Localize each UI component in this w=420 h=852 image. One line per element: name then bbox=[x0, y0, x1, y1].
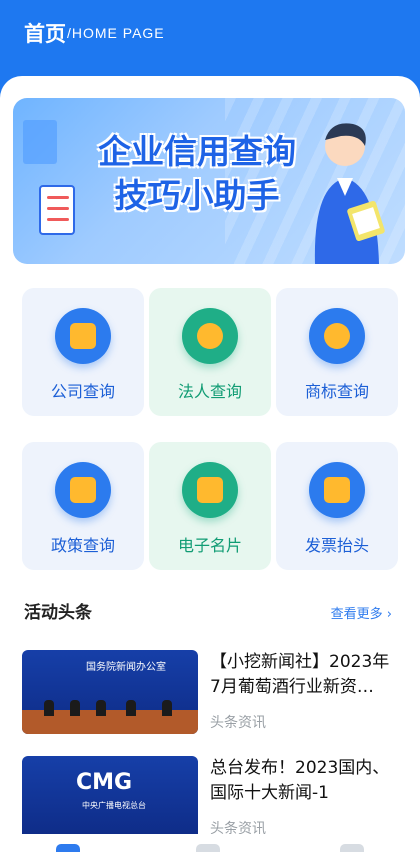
section-title: 活动头条 bbox=[24, 603, 92, 623]
service-grid-row-1: 公司查询 法人查询 商标查询 bbox=[22, 288, 398, 416]
thumbnail-caption: 国务院新闻办公室 bbox=[86, 662, 166, 673]
news-item[interactable]: CMG 中央广播电视总台 总台发布！2023国内、国际十大新闻-1 头条资讯 bbox=[22, 756, 402, 840]
tile-label: 商标查询 bbox=[304, 382, 369, 401]
tile-invoice-header[interactable]: 发票抬头 bbox=[276, 442, 398, 570]
invoice-icon bbox=[309, 462, 365, 518]
news-title: 【小挖新闻社】2023年7月葡萄酒行业新资… bbox=[210, 652, 390, 697]
tile-company-search[interactable]: 公司查询 bbox=[22, 288, 144, 416]
home-tab-icon[interactable] bbox=[56, 844, 80, 852]
briefcase-tab-icon[interactable] bbox=[196, 844, 220, 852]
tile-label: 公司查询 bbox=[50, 382, 115, 401]
news-thumbnail: CMG 中央广播电视总台 bbox=[22, 756, 198, 840]
news-thumbnail: 国务院新闻办公室 bbox=[22, 650, 198, 734]
service-grid-row-2: 政策查询 电子名片 发票抬头 bbox=[22, 442, 398, 570]
cmg-logo: CMG bbox=[76, 770, 133, 795]
news-title: 总台发布！2023国内、国际十大新闻-1 bbox=[210, 758, 390, 803]
tile-label: 发票抬头 bbox=[304, 536, 369, 555]
content-sheet: 企业信用查询 技巧小助手 公司查询 法人查询 商标查询 政策查询 电子名片 发票… bbox=[0, 76, 420, 852]
bottom-nav bbox=[0, 834, 420, 852]
page-subtitle: /HOME PAGE bbox=[67, 25, 165, 41]
person-search-icon bbox=[182, 308, 238, 364]
news-item[interactable]: 国务院新闻办公室 【小挖新闻社】2023年7月葡萄酒行业新资… 头条资讯 bbox=[22, 650, 402, 734]
trademark-icon bbox=[309, 308, 365, 364]
thumbnail-caption: 中央广播电视总台 bbox=[82, 801, 146, 810]
policy-doc-icon bbox=[55, 462, 111, 518]
checklist-icon bbox=[39, 185, 75, 235]
tile-label: 法人查询 bbox=[177, 382, 242, 401]
top-bar: 首页 /HOME PAGE bbox=[0, 0, 420, 78]
tile-trademark-search[interactable]: 商标查询 bbox=[276, 288, 398, 416]
tile-label: 电子名片 bbox=[177, 536, 242, 555]
chart-icon bbox=[23, 120, 57, 164]
page-title: 首页 bbox=[24, 22, 66, 46]
tile-label: 政策查询 bbox=[50, 536, 115, 555]
banner-headline: 企业信用查询 技巧小助手 bbox=[83, 130, 311, 218]
tile-legal-person-search[interactable]: 法人查询 bbox=[149, 288, 271, 416]
news-source: 头条资讯 bbox=[210, 715, 266, 731]
building-icon bbox=[55, 308, 111, 364]
promo-banner[interactable]: 企业信用查询 技巧小助手 bbox=[13, 98, 405, 264]
tile-policy-search[interactable]: 政策查询 bbox=[22, 442, 144, 570]
business-card-icon bbox=[182, 462, 238, 518]
banner-line-1: 企业信用查询 bbox=[98, 132, 296, 171]
tile-business-card[interactable]: 电子名片 bbox=[149, 442, 271, 570]
banner-line-2: 技巧小助手 bbox=[114, 176, 280, 215]
view-more-link[interactable]: 查看更多 › bbox=[331, 603, 392, 622]
profile-tab-icon[interactable] bbox=[340, 844, 364, 852]
assistant-illustration bbox=[314, 123, 385, 264]
